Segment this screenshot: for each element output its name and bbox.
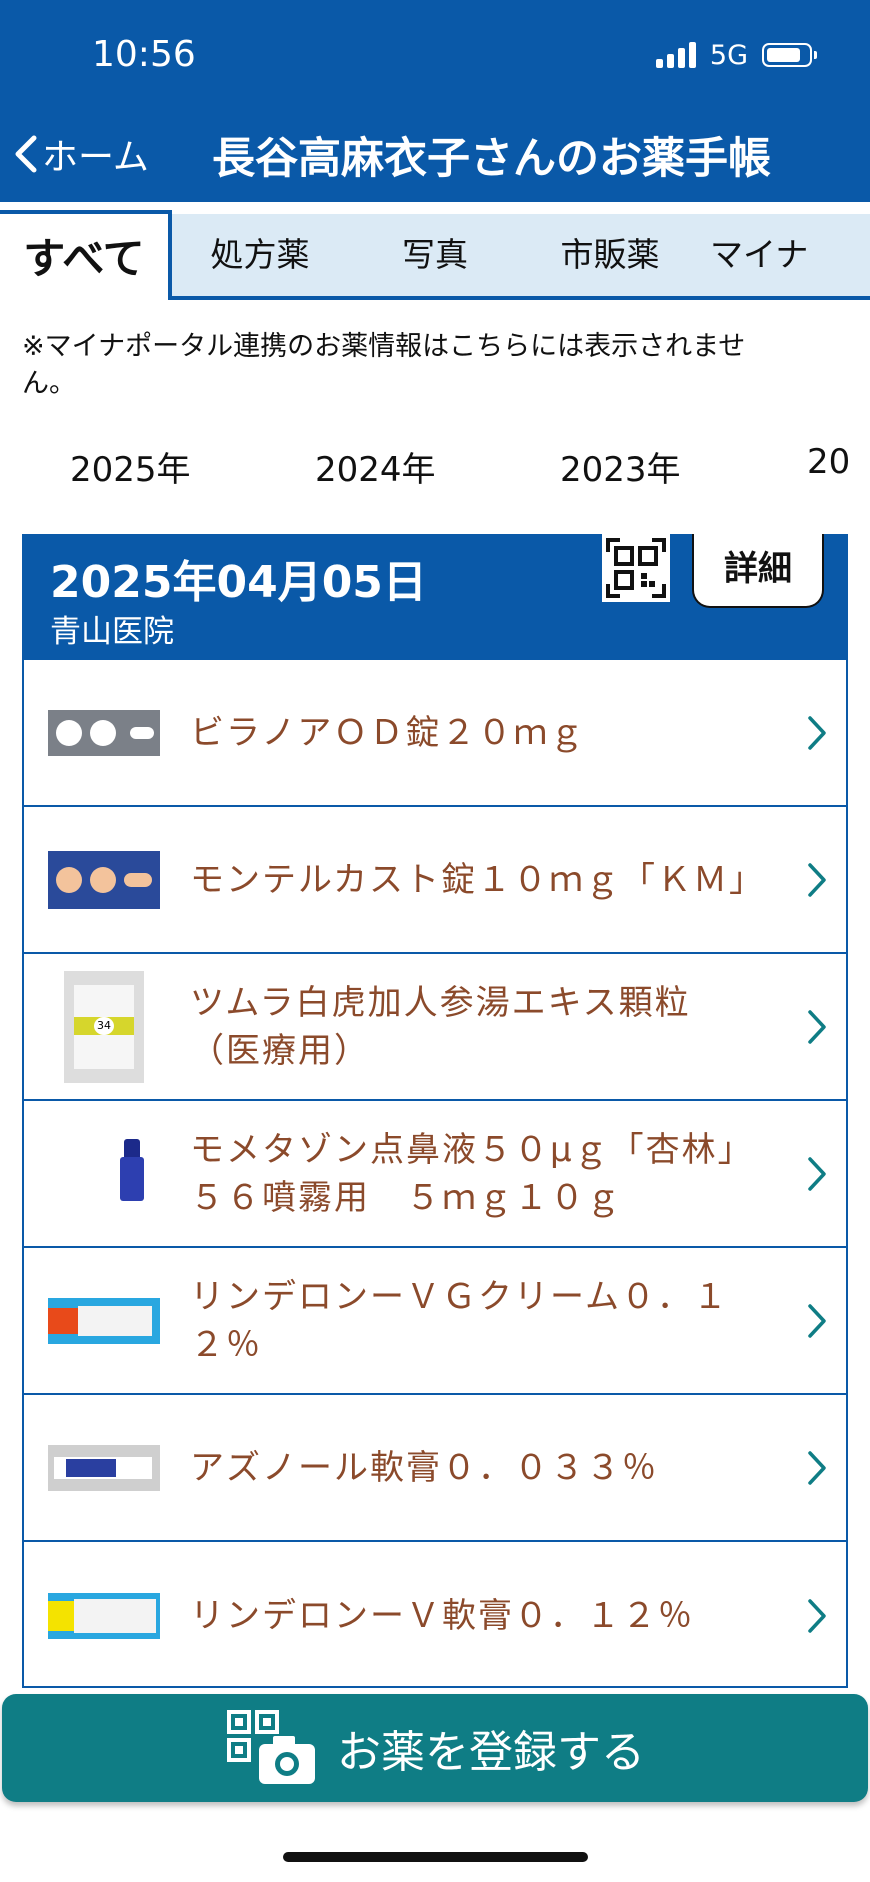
filter-tabs: すべて 処方薬 写真 市販薬 マイナ — [0, 210, 870, 300]
chevron-right-icon — [808, 1156, 826, 1191]
year-item[interactable]: 2023年 — [560, 442, 681, 491]
medicine-image — [48, 1444, 160, 1491]
medicine-name: アズノール軟膏０．０３３％ — [190, 1447, 658, 1488]
medicine-list: ビラノアＯＤ錠２０ｍｇ モンテルカスト錠１０ｍｇ「ＫＭ」 34 ツムラ白虎加人参… — [24, 660, 846, 1689]
medicine-row[interactable]: アズノール軟膏０．０３３％ — [24, 1395, 846, 1542]
chevron-right-icon — [808, 1009, 826, 1044]
medicine-image — [114, 1138, 154, 1209]
record-date: 2025年04月05日 — [50, 557, 427, 608]
qr-camera-icon — [227, 1710, 315, 1784]
chevron-right-icon — [808, 715, 826, 750]
medicine-name: リンデロンーＶＧクリーム０．１２％ — [190, 1276, 729, 1365]
medicine-row[interactable]: 34 ツムラ白虎加人参湯エキス顆粒（医療用） — [24, 954, 846, 1101]
medicine-row[interactable]: モメタゾン点鼻液５０μｇ「杏林」５６噴霧用 ５ｍｇ１０ｇ — [24, 1101, 846, 1248]
status-indicators: 5G — [655, 39, 817, 71]
detail-button[interactable]: 詳細 — [692, 534, 824, 608]
record-header: 2025年04月05日 青山医院 詳細 — [22, 534, 848, 660]
medicine-name: モンテルカスト錠１０ｍｇ「ＫＭ」 — [190, 859, 765, 900]
qr-code-icon — [602, 534, 670, 602]
chevron-right-icon — [808, 1303, 826, 1338]
medicine-row[interactable]: モンテルカスト錠１０ｍｇ「ＫＭ」 — [24, 807, 846, 954]
year-item[interactable]: 2025年 — [70, 442, 191, 491]
medicine-row[interactable]: リンデロンーＶ軟膏０．１２％ — [24, 1542, 846, 1689]
register-medicine-label: お薬を登録する — [337, 1727, 645, 1778]
battery-icon — [762, 43, 817, 67]
qr-code-button[interactable] — [602, 534, 670, 602]
app-header: 10:56 5G ホーム 長谷高麻衣子さんのお薬手帳 — [0, 0, 870, 202]
page-title: 長谷高麻衣子さんのお薬手帳 — [212, 134, 771, 184]
medicine-row[interactable]: リンデロンーＶＧクリーム０．１２％ — [24, 1248, 846, 1395]
chevron-left-icon — [15, 135, 37, 173]
medicine-row[interactable]: ビラノアＯＤ錠２０ｍｇ — [24, 660, 846, 807]
register-medicine-button[interactable]: お薬を登録する — [2, 1694, 868, 1802]
medicine-image — [48, 709, 160, 756]
chevron-right-icon — [808, 1450, 826, 1485]
medicine-image: 34 — [64, 970, 144, 1083]
network-type: 5G — [709, 39, 748, 71]
tab-prescription[interactable]: 処方薬 — [190, 214, 330, 296]
medicine-name: モメタゾン点鼻液５０μｇ「杏林」５６噴霧用 ５ｍｇ１０ｇ — [190, 1129, 737, 1218]
year-item[interactable]: 20 — [807, 442, 850, 482]
medicine-name: ツムラ白虎加人参湯エキス顆粒（医療用） — [190, 982, 691, 1071]
chevron-right-icon — [808, 1598, 826, 1633]
status-time: 10:56 — [92, 34, 196, 75]
chevron-right-icon — [808, 862, 826, 897]
year-selector: 2025年 2024年 2023年 20 — [0, 442, 870, 492]
medicine-image — [48, 1297, 160, 1344]
tab-otc[interactable]: 市販薬 — [545, 214, 675, 296]
tab-myna[interactable]: マイナ — [710, 214, 860, 296]
back-label: ホーム — [42, 137, 149, 178]
medicine-name: リンデロンーＶ軟膏０．１２％ — [190, 1595, 694, 1636]
tab-all[interactable]: すべて — [0, 210, 172, 300]
medicine-image — [48, 1592, 160, 1639]
signal-icon — [655, 42, 696, 68]
record-clinic: 青山医院 — [50, 614, 174, 650]
back-to-home-button[interactable]: ホーム — [12, 128, 149, 180]
prescription-record-card: 2025年04月05日 青山医院 詳細 ビラノアＯＤ錠２０ｍｇ モンテルカスト錠… — [22, 534, 848, 1688]
medicine-image — [48, 850, 160, 909]
year-item[interactable]: 2024年 — [315, 442, 436, 491]
tab-photo[interactable]: 写真 — [380, 214, 490, 296]
medicine-name: ビラノアＯＤ錠２０ｍｇ — [190, 712, 586, 753]
home-indicator — [283, 1852, 588, 1862]
notice-text: ※マイナポータル連携のお薬情報はこちらには表示されません。 — [22, 331, 746, 399]
